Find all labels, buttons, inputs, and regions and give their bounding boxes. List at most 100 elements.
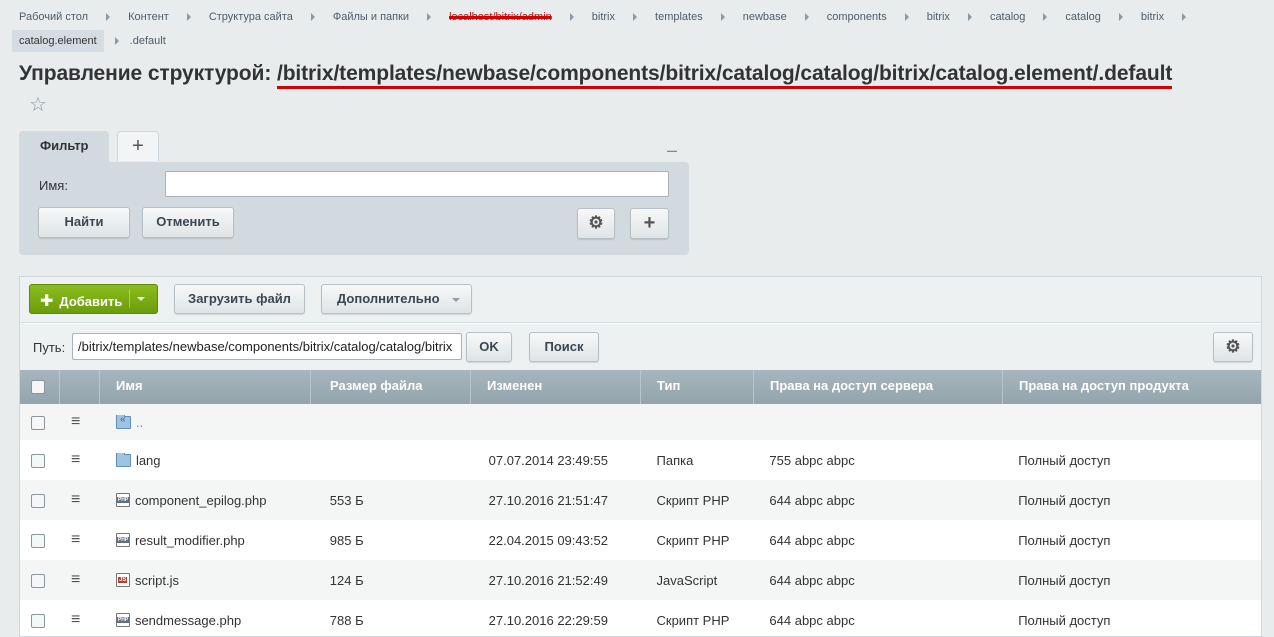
more-actions-button[interactable]: Дополнительно xyxy=(321,284,472,314)
chevron-down-icon[interactable] xyxy=(137,297,145,301)
select-all-checkbox[interactable] xyxy=(31,379,45,394)
path-ok-button[interactable]: OK xyxy=(466,332,512,362)
file-type: JavaScript xyxy=(656,572,718,588)
file-modified: 07.07.2014 23:49:55 xyxy=(488,452,608,468)
breadcrumb-item[interactable]: bitrix xyxy=(920,8,957,26)
file-name[interactable]: lang xyxy=(136,453,161,468)
list-settings-gear-icon[interactable]: ⚙ xyxy=(1213,332,1253,362)
filter-add-field-button[interactable]: + xyxy=(630,208,669,239)
file-name-cell[interactable]: .. xyxy=(100,414,311,430)
file-name-cell[interactable]: script.js xyxy=(100,573,311,588)
column-header-product-rights[interactable]: Права на доступ продукта xyxy=(1003,370,1261,404)
name-filter-input[interactable] xyxy=(165,171,669,197)
file-name-cell[interactable]: result_modifier.php xyxy=(100,533,311,548)
row-menu-icon[interactable]: ≡ xyxy=(60,491,100,509)
table-row[interactable]: ≡ lang 07.07.2014 23:49:55 Папка 755 abp… xyxy=(20,440,1261,480)
breadcrumb-item[interactable]: newbase xyxy=(736,8,794,26)
page-title-path: /bitrix/templates/newbase/components/bit… xyxy=(276,62,1172,89)
row-checkbox-cell xyxy=(20,612,60,628)
file-size: 124 Б xyxy=(329,572,364,588)
breadcrumb-item[interactable]: Структура сайта xyxy=(202,8,300,26)
breadcrumb-item-redacted[interactable]: localhost/bitrix/admin xyxy=(442,8,559,26)
path-input[interactable]: /bitrix/templates/newbase/components/bit… xyxy=(72,333,462,360)
breadcrumb-item[interactable]: catalog xyxy=(983,8,1032,26)
row-menu-icon[interactable]: ≡ xyxy=(60,571,100,589)
column-header-modified[interactable]: Изменен xyxy=(471,370,641,404)
table-row[interactable]: ≡ sendmessage.php 788 Б 27.10.2016 22:29… xyxy=(20,600,1261,637)
file-size: 985 Б xyxy=(329,532,364,548)
breadcrumb-row-2: catalog.element .default xyxy=(12,30,1262,52)
filter-tab[interactable]: Фильтр xyxy=(19,131,109,163)
column-header-size[interactable]: Размер файла xyxy=(311,370,471,404)
page-title-prefix: Управление структурой: xyxy=(19,62,272,85)
table-row-parent[interactable]: ≡ .. xyxy=(20,404,1261,440)
row-checkbox[interactable] xyxy=(31,533,45,548)
breadcrumb-separator-icon xyxy=(1118,13,1123,21)
breadcrumb-item[interactable]: components xyxy=(820,8,894,26)
file-type: Скрипт PHP xyxy=(656,612,730,628)
breadcrumb-item[interactable]: Рабочий стол xyxy=(12,8,95,26)
row-menu-icon[interactable]: ≡ xyxy=(60,413,100,431)
file-name-cell[interactable]: lang xyxy=(100,452,311,468)
breadcrumb-item[interactable]: catalog xyxy=(1058,8,1107,26)
row-checkbox[interactable] xyxy=(31,493,45,508)
column-header-type[interactable]: Тип xyxy=(641,370,754,404)
row-menu-icon[interactable]: ≡ xyxy=(60,611,100,629)
breadcrumb-item[interactable]: .default xyxy=(130,32,173,50)
file-name[interactable]: .. xyxy=(136,415,143,430)
folder-up-icon xyxy=(116,414,131,429)
row-checkbox-cell xyxy=(20,532,60,548)
plus-icon: ✚ xyxy=(40,293,54,310)
file-modified: 22.04.2015 09:43:52 xyxy=(488,532,608,548)
file-name[interactable]: script.js xyxy=(135,573,179,588)
breadcrumb-item[interactable]: bitrix xyxy=(1134,8,1171,26)
search-button[interactable]: Поиск xyxy=(529,332,599,362)
server-rights: 644 abpc abpc xyxy=(769,532,855,548)
row-checkbox[interactable] xyxy=(31,453,45,468)
column-header-name[interactable]: Имя xyxy=(100,370,311,404)
file-manager-panel: ✚ Добавить Загрузить файл Дополнительно П… xyxy=(19,276,1262,637)
breadcrumb: Рабочий стол Контент Структура сайта Фай… xyxy=(12,8,1262,52)
file-name-cell[interactable]: sendmessage.php xyxy=(100,613,311,628)
row-checkbox[interactable] xyxy=(31,613,45,628)
favorite-star-icon[interactable]: ☆ xyxy=(29,92,47,117)
filter-panel: Имя: Найти Отменить ⚙ + xyxy=(19,162,689,255)
breadcrumb-item[interactable]: Контент xyxy=(121,8,176,26)
row-menu-icon[interactable]: ≡ xyxy=(60,451,100,469)
add-filter-tab-button[interactable]: + xyxy=(117,131,159,161)
file-name[interactable]: component_epilog.php xyxy=(135,493,267,508)
breadcrumb-separator-icon xyxy=(967,13,972,21)
row-checkbox-cell xyxy=(20,452,60,468)
file-name[interactable]: sendmessage.php xyxy=(135,613,241,628)
breadcrumb-item[interactable]: bitrix xyxy=(585,8,622,26)
cancel-button[interactable]: Отменить xyxy=(142,207,234,238)
table-row[interactable]: ≡ component_epilog.php 553 Б 27.10.2016 … xyxy=(20,480,1261,520)
add-button[interactable]: ✚ Добавить xyxy=(29,284,158,314)
upload-file-button[interactable]: Загрузить файл xyxy=(174,284,305,314)
breadcrumb-item[interactable]: templates xyxy=(648,8,710,26)
find-button[interactable]: Найти xyxy=(38,207,130,238)
filter-settings-gear-icon[interactable]: ⚙ xyxy=(577,208,615,239)
breadcrumb-item[interactable]: Файлы и папки xyxy=(326,8,416,26)
column-header-server-rights[interactable]: Права на доступ сервера xyxy=(754,370,1003,404)
breadcrumb-separator-icon xyxy=(310,13,315,21)
file-name[interactable]: result_modifier.php xyxy=(135,533,245,548)
table-row[interactable]: ≡ result_modifier.php 985 Б 22.04.2015 0… xyxy=(20,520,1261,560)
split-divider xyxy=(129,290,130,308)
filter-minimize-icon[interactable]: – xyxy=(667,140,677,161)
file-name-cell[interactable]: component_epilog.php xyxy=(100,493,311,508)
breadcrumb-separator-icon xyxy=(1182,13,1187,21)
row-checkbox[interactable] xyxy=(31,573,45,588)
table-row[interactable]: ≡ script.js 124 Б 27.10.2016 21:52:49 Ja… xyxy=(20,560,1261,600)
row-checkbox-cell xyxy=(20,492,60,508)
row-checkbox[interactable] xyxy=(31,415,45,430)
product-rights: Полный доступ xyxy=(1018,532,1111,548)
breadcrumb-item-current[interactable]: catalog.element xyxy=(12,30,104,52)
file-modified: 27.10.2016 21:51:47 xyxy=(488,492,608,508)
row-checkbox-cell xyxy=(20,572,60,588)
file-size: 788 Б xyxy=(329,612,364,628)
file-type: Папка xyxy=(656,452,694,468)
row-menu-icon[interactable]: ≡ xyxy=(60,531,100,549)
select-all-cell xyxy=(20,370,60,404)
chevron-down-icon xyxy=(452,298,460,302)
